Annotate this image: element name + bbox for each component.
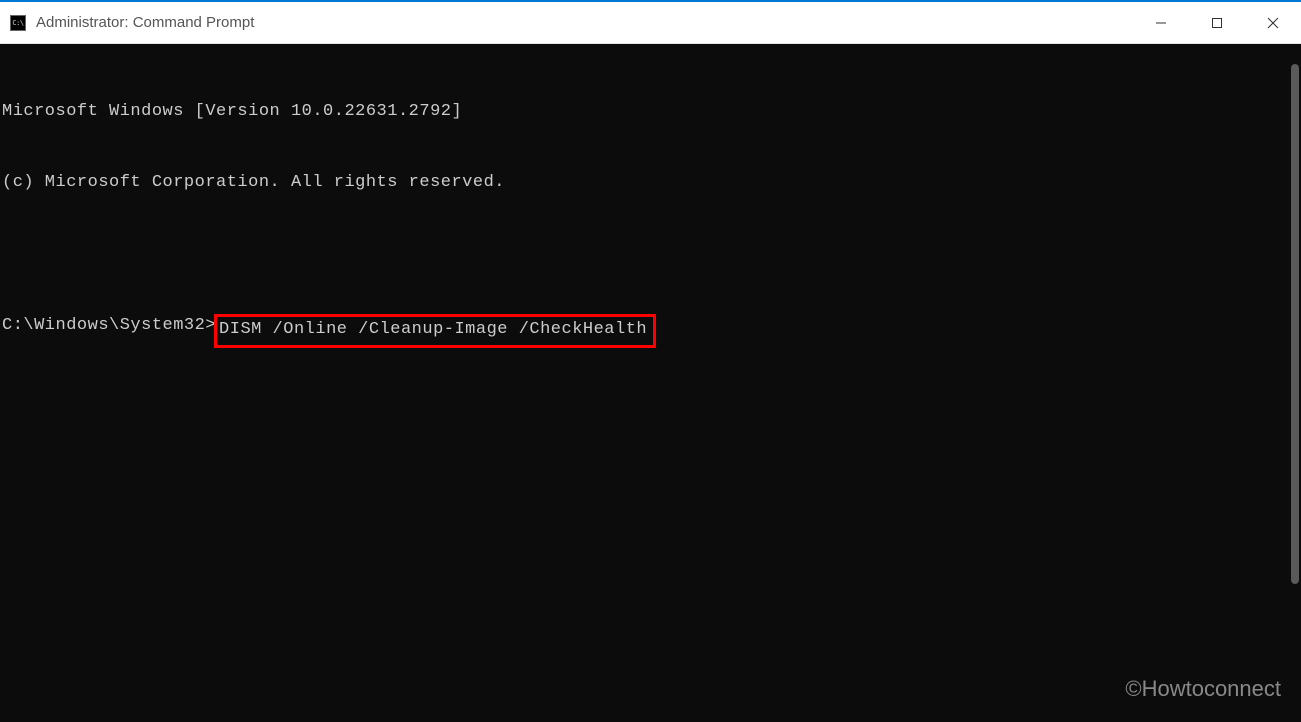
cmd-icon-text: C:\ [12,19,23,27]
command-highlight-box: DISM /Online /Cleanup-Image /CheckHealth [214,314,656,348]
prompt-path: C:\Windows\System32> [2,314,216,348]
close-icon [1267,17,1279,29]
terminal-content: Microsoft Windows [Version 10.0.22631.27… [0,44,1301,403]
window-title: Administrator: Command Prompt [36,14,1133,31]
maximize-icon [1211,17,1223,29]
cmd-icon: C:\ [10,15,26,31]
minimize-icon [1155,17,1167,29]
scrollbar[interactable] [1291,64,1299,584]
watermark: ©Howtoconnect [1125,676,1281,702]
terminal-area[interactable]: Microsoft Windows [Version 10.0.22631.27… [0,44,1301,722]
version-line: Microsoft Windows [Version 10.0.22631.27… [2,100,1299,124]
blank-line [2,242,1299,266]
window-controls [1133,2,1301,43]
command-text: DISM /Online /Cleanup-Image /CheckHealth [219,320,647,339]
command-prompt-window: C:\ Administrator: Command Prompt [0,0,1301,722]
maximize-button[interactable] [1189,2,1245,43]
close-button[interactable] [1245,2,1301,43]
titlebar[interactable]: C:\ Administrator: Command Prompt [0,2,1301,44]
copyright-line: (c) Microsoft Corporation. All rights re… [2,171,1299,195]
prompt-line: C:\Windows\System32>DISM /Online /Cleanu… [2,314,1299,348]
minimize-button[interactable] [1133,2,1189,43]
